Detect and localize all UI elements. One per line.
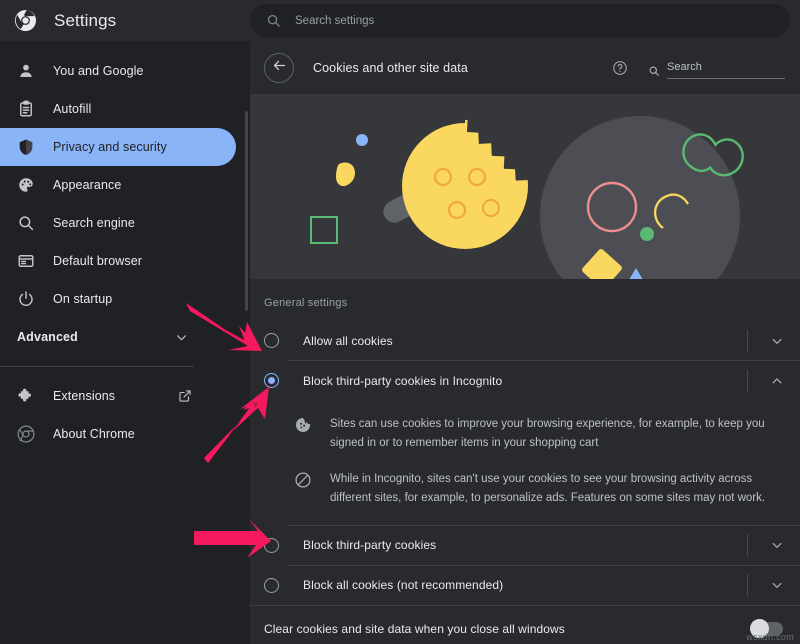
sidebar-item-label: Default browser xyxy=(53,254,142,268)
option-expanded-details: Sites can use cookies to improve your br… xyxy=(250,400,800,525)
search-icon xyxy=(266,13,281,28)
detail-text: While in Incognito, sites can't use your… xyxy=(330,470,778,507)
sidebar-item-label: About Chrome xyxy=(53,427,135,441)
main-panel: Cookies and other site data Search xyxy=(250,41,800,644)
back-button[interactable] xyxy=(264,53,294,83)
sidebar-scrollbar[interactable] xyxy=(245,111,248,311)
detail-item-cookies: Sites can use cookies to improve your br… xyxy=(250,406,800,461)
shield-icon xyxy=(17,138,35,156)
sidebar-item-on-startup[interactable]: On startup xyxy=(0,280,236,318)
option-divider xyxy=(747,574,748,596)
row-clear-cookies-on-close[interactable]: Clear cookies and site data when you clo… xyxy=(250,606,800,644)
radio-block-third-party-cookies[interactable] xyxy=(264,538,279,553)
radio-block-all-cookies[interactable] xyxy=(264,578,279,593)
browser-window-icon xyxy=(17,252,35,270)
palette-icon xyxy=(17,176,35,194)
detail-item-incognito: While in Incognito, sites can't use your… xyxy=(250,461,800,516)
option-label: Block third-party cookies in Incognito xyxy=(303,374,747,388)
sidebar-item-about-chrome[interactable]: About Chrome xyxy=(0,415,236,453)
option-divider xyxy=(747,534,748,556)
top-bar: Settings Search settings xyxy=(0,0,800,41)
page-title: Cookies and other site data xyxy=(313,61,612,75)
option-label: Block third-party cookies xyxy=(303,538,747,552)
sidebar-item-label: Appearance xyxy=(53,178,121,192)
search-icon xyxy=(17,214,35,232)
sidebar-item-appearance[interactable]: Appearance xyxy=(0,166,236,204)
option-block-all-cookies[interactable]: Block all cookies (not recommended) xyxy=(250,566,800,605)
sidebar-item-label: Autofill xyxy=(53,102,91,116)
chrome-logo-icon xyxy=(17,425,35,443)
option-label: Block all cookies (not recommended) xyxy=(303,578,747,592)
page-sub-header: Cookies and other site data Search xyxy=(250,41,800,94)
page-search-input[interactable]: Search xyxy=(667,57,785,79)
puzzle-icon xyxy=(17,387,35,405)
sidebar-item-label: Advanced xyxy=(17,330,78,344)
chevron-down-icon[interactable] xyxy=(770,578,784,592)
option-allow-all-cookies[interactable]: Allow all cookies xyxy=(250,321,800,360)
option-divider xyxy=(747,330,748,352)
app-title: Settings xyxy=(54,11,116,31)
brand-area: Settings xyxy=(0,9,243,32)
sidebar-item-label: Extensions xyxy=(53,389,115,403)
external-link-icon xyxy=(178,389,192,403)
radio-allow-all-cookies[interactable] xyxy=(264,333,279,348)
sidebar: You and Google Autofill P xyxy=(0,41,250,644)
cookie-icon xyxy=(294,416,312,434)
chevron-down-icon[interactable] xyxy=(770,538,784,552)
toggle-label: Clear cookies and site data when you clo… xyxy=(264,622,751,636)
settings-window: Settings Search settings You and Google xyxy=(0,0,800,644)
settings-list: General settings Allow all cookies Block… xyxy=(250,279,800,644)
sidebar-item-label: You and Google xyxy=(53,64,144,78)
search-settings-input[interactable]: Search settings xyxy=(250,4,790,37)
option-divider xyxy=(747,370,748,392)
power-icon xyxy=(17,290,35,308)
chevron-down-icon[interactable] xyxy=(770,334,784,348)
sidebar-item-label: Search engine xyxy=(53,216,135,230)
person-icon xyxy=(17,62,35,80)
option-block-third-party-cookies[interactable]: Block third-party cookies xyxy=(250,526,800,565)
radio-block-third-party-incognito[interactable] xyxy=(264,373,279,388)
option-block-third-party-incognito[interactable]: Block third-party cookies in Incognito xyxy=(250,361,800,400)
sidebar-item-label: Privacy and security xyxy=(53,140,167,154)
chevron-down-icon xyxy=(175,331,188,344)
watermark: wsxdn.com xyxy=(746,632,794,642)
clipboard-icon xyxy=(17,100,35,118)
arrow-left-icon xyxy=(272,58,287,78)
sidebar-item-search-engine[interactable]: Search engine xyxy=(0,204,236,242)
group-label-general-settings: General settings xyxy=(250,279,800,321)
chrome-logo-icon xyxy=(14,9,37,32)
option-label: Allow all cookies xyxy=(303,334,747,348)
sidebar-item-label: On startup xyxy=(53,292,112,306)
sidebar-item-default-browser[interactable]: Default browser xyxy=(0,242,236,280)
page-search[interactable]: Search xyxy=(648,57,785,79)
help-circle-icon[interactable] xyxy=(612,60,628,76)
chevron-up-icon[interactable] xyxy=(770,374,784,388)
search-settings-placeholder: Search settings xyxy=(295,15,374,27)
page-search-placeholder: Search xyxy=(667,61,702,73)
sidebar-item-advanced[interactable]: Advanced xyxy=(0,318,250,356)
cookie-illustration xyxy=(250,94,800,279)
sidebar-divider xyxy=(0,366,194,367)
sidebar-item-privacy-and-security[interactable]: Privacy and security xyxy=(0,128,236,166)
block-icon xyxy=(294,471,312,489)
sidebar-item-extensions[interactable]: Extensions xyxy=(0,377,236,415)
sidebar-item-you-and-google[interactable]: You and Google xyxy=(0,52,236,90)
sidebar-item-autofill[interactable]: Autofill xyxy=(0,90,236,128)
search-icon xyxy=(648,64,660,76)
detail-text: Sites can use cookies to improve your br… xyxy=(330,415,778,452)
